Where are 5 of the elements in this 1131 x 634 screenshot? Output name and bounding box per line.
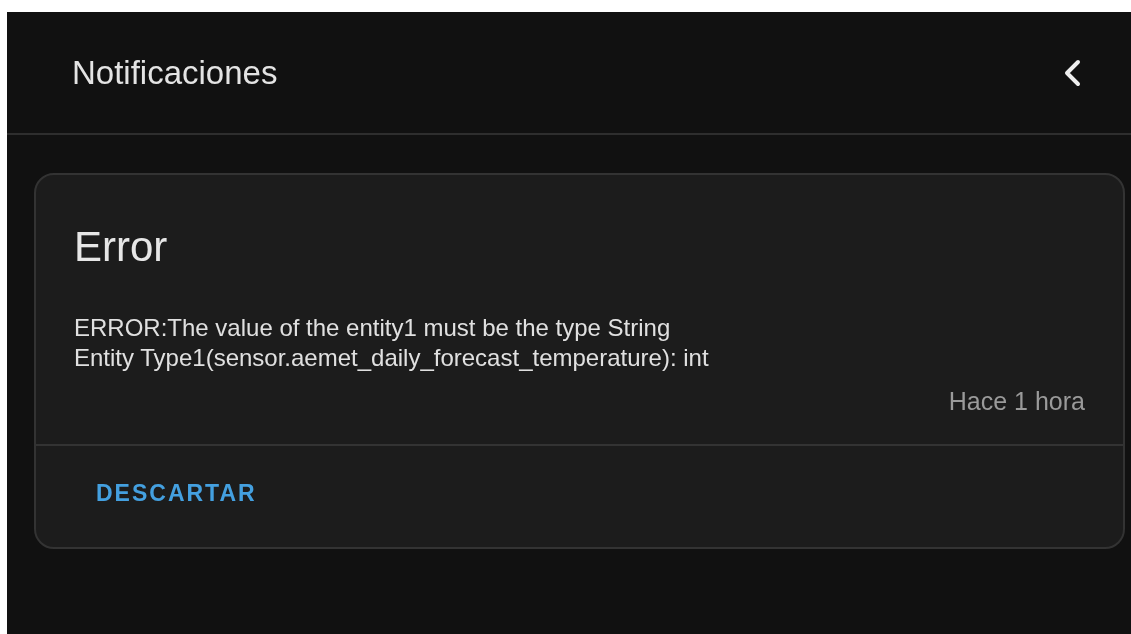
panel-title: Notificaciones bbox=[72, 53, 278, 92]
notification-time: Hace 1 hora bbox=[947, 387, 1085, 416]
notification-message: ERROR:The value of the entity1 must be the type String Entity Type1(sensor.aemet_daily_forecast_temperature): int bbox=[74, 313, 710, 373]
dismiss-button[interactable]: DESCARTAR bbox=[76, 472, 277, 515]
notification-title: Error bbox=[74, 223, 169, 271]
